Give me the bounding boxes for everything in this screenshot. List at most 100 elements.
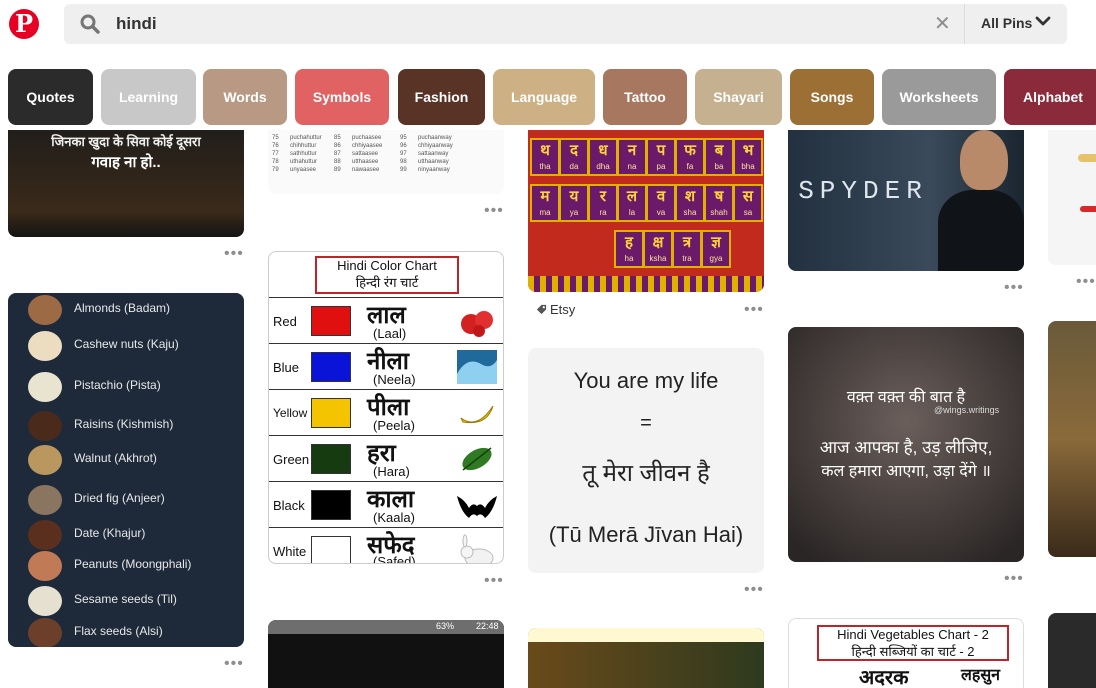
letter-roman: pa	[656, 162, 666, 171]
color-name: Green	[273, 452, 310, 467]
fruit-label: Sesame seeds (Til)	[74, 592, 177, 606]
chip-shayari[interactable]: Shayari	[695, 69, 782, 125]
pin-hindi-color-chart[interactable]: Hindi Color Chart हिन्दी रंग चार्ट Red ल…	[268, 251, 504, 564]
pin-dry-fruits[interactable]: Almonds (Badam) Cashew nuts (Kaju) Pista…	[8, 293, 244, 647]
pin-waqt-quote[interactable]: वक़्त वक़्त की बात है @wings.writings आज…	[788, 327, 1024, 562]
chip-alphabet[interactable]: Alphabet	[1004, 69, 1096, 125]
alphabet-letter-cell: फ fa	[675, 138, 705, 176]
alphabet-letter-cell: य ya	[559, 184, 589, 222]
color-roman: (Neela)	[373, 372, 416, 387]
chip-symbols[interactable]: Symbols	[295, 69, 389, 125]
letter-devanagari: स	[742, 188, 754, 205]
list-item: Flax seeds (Alsi)	[8, 616, 244, 647]
pin-life-quote[interactable]: You are my life = तू मेरा जीवन है (Tū Me…	[528, 348, 764, 573]
table-cell: uthahuttur	[290, 159, 318, 165]
table-cell: sattaanway	[418, 151, 449, 157]
color-roman: (Kaala)	[373, 510, 415, 525]
table-cell: utthaasee	[352, 159, 379, 165]
pin-phone-screenshot[interactable]: 63% 22:48	[268, 620, 504, 688]
list-item: Sesame seeds (Til)	[8, 584, 244, 620]
search-bar[interactable]: hindi ✕ All Pins	[64, 4, 1067, 44]
actor-body	[938, 190, 1024, 271]
fig-icon	[28, 485, 62, 515]
color-swatch	[311, 352, 351, 382]
chip-tattoo[interactable]: Tattoo	[603, 69, 687, 125]
chevron-down-icon[interactable]	[1034, 12, 1052, 30]
pinterest-logo-icon[interactable]: P	[9, 9, 39, 39]
alphabet-letter-cell: ज्ञ gya	[701, 230, 731, 268]
fruit-label: Walnut (Akhrot)	[74, 451, 157, 465]
table-cell: 98	[400, 159, 407, 165]
letter-roman: ksha	[649, 254, 667, 263]
more-options-icon[interactable]: •••	[224, 246, 244, 262]
color-swatch	[311, 398, 351, 428]
table-cell: 85	[334, 135, 341, 141]
rabbit-icon	[460, 534, 494, 563]
letter-devanagari: ल	[626, 188, 638, 205]
banana-icon	[460, 405, 494, 424]
more-options-icon[interactable]: •••	[484, 573, 504, 589]
close-icon[interactable]: ✕	[934, 13, 951, 35]
battery-level: 63%	[436, 621, 455, 631]
pin-dark-card[interactable]	[1048, 613, 1096, 688]
list-item: Walnut (Akhrot)	[8, 443, 244, 479]
alphabet-letter-cell: न na	[617, 138, 647, 176]
fruit-label: Raisins (Kishmish)	[74, 417, 174, 431]
color-name: Black	[273, 498, 305, 513]
table-row: Yellow पीला (Peela)	[269, 389, 503, 435]
pin-source-tag[interactable]: Etsy	[550, 302, 575, 317]
more-options-icon[interactable]: •••	[1004, 280, 1024, 296]
more-options-icon[interactable]: •••	[744, 302, 764, 318]
more-options-icon[interactable]: •••	[484, 203, 504, 219]
color-swatch	[311, 536, 351, 563]
fruit-label: Cashew nuts (Kaju)	[74, 337, 179, 351]
letter-roman: tra	[682, 254, 692, 263]
pin-hindi-alphabet[interactable]: थ tha द da ध dha न na प pa फ fa ब ba भ bha म ma य ya र ra ल la व…	[528, 130, 764, 292]
table-row: 79 unyaasee 89 nawaasee 99 ninyaanway	[272, 166, 502, 174]
pin-movie-collage[interactable]	[528, 628, 764, 688]
pin-calligraphy[interactable]	[1048, 130, 1096, 265]
letter-devanagari: फ	[684, 142, 696, 159]
pin-numbers-table[interactable]: 75 puchahuttur 85 puchaasee 95 puchaanway 76 ch…	[268, 130, 504, 194]
chip-words[interactable]: Words	[203, 69, 287, 125]
veg-word: अदरक	[859, 667, 909, 688]
table-cell: 88	[334, 159, 341, 165]
letter-roman: tha	[539, 162, 551, 171]
color-name: Yellow	[273, 406, 308, 420]
letter-devanagari: क्ष	[652, 234, 664, 251]
color-swatch	[311, 444, 351, 474]
table-row: Green हरा (Hara)	[269, 435, 503, 481]
table-cell: chhiyaanway	[418, 143, 453, 149]
tomato-icon	[461, 311, 493, 337]
more-options-icon[interactable]: •••	[224, 656, 244, 672]
more-options-icon[interactable]: •••	[1004, 571, 1024, 587]
alphabet-letter-cell: श sha	[675, 184, 705, 222]
table-row: 75 puchahuttur 85 puchaasee 95 puchaanway	[272, 134, 502, 142]
cashew-icon	[28, 331, 62, 361]
quote-line: तू मेरा जीवन है	[582, 460, 710, 487]
chip-worksheets[interactable]: Worksheets	[882, 69, 996, 125]
more-options-icon[interactable]: •••	[1076, 274, 1096, 290]
pin-text-line: गवाह ना हो..	[91, 154, 161, 171]
fruit-label: Pistachio (Pista)	[74, 378, 161, 392]
letter-roman: sha	[683, 208, 697, 217]
chip-fashion[interactable]: Fashion	[398, 69, 485, 125]
pin-quote-hindi[interactable]: जिनका खुदा के सिवा कोई दूसरा गवाह ना हो.…	[8, 130, 244, 237]
table-cell: utthaanway	[418, 159, 449, 165]
chip-songs[interactable]: Songs	[790, 69, 874, 125]
search-divider	[964, 4, 965, 44]
table-cell: 95	[400, 135, 407, 141]
chip-quotes[interactable]: Quotes	[8, 69, 93, 125]
more-options-icon[interactable]: •••	[744, 582, 764, 598]
pin-music-quote[interactable]	[1048, 321, 1096, 557]
chip-learning[interactable]: Learning	[101, 69, 196, 125]
table-cell: 97	[400, 151, 407, 157]
letter-devanagari: ब	[714, 142, 724, 159]
chip-language[interactable]: Language	[493, 69, 595, 125]
table-cell: puchaasee	[352, 135, 382, 141]
pin-spyder-poster[interactable]: SPYDER	[788, 130, 1024, 271]
alphabet-letter-cell: व va	[646, 184, 676, 222]
scope-dropdown-label[interactable]: All Pins	[981, 15, 1032, 31]
search-input[interactable]: hindi	[116, 14, 157, 34]
pin-vegetables-chart[interactable]: Hindi Vegetables Chart - 2 हिन्दी सब्जिय…	[788, 618, 1024, 688]
